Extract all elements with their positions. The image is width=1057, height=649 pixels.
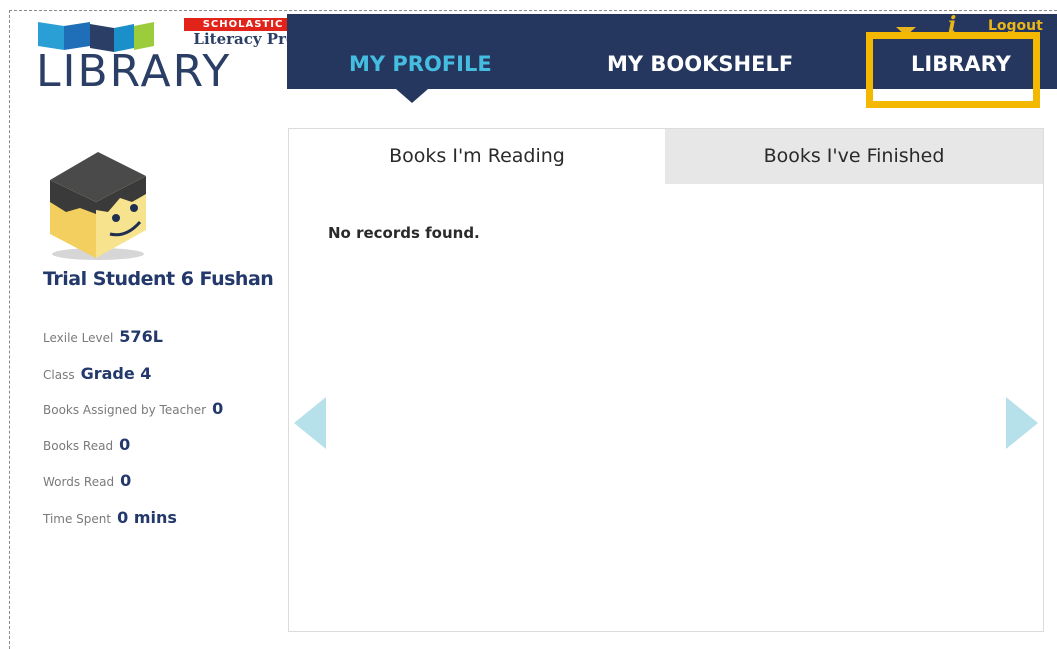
stat-words-read: Words Read 0: [43, 471, 131, 490]
tab-books-reading[interactable]: Books I'm Reading: [289, 129, 665, 184]
nav-library[interactable]: LIBRARY: [911, 52, 1011, 76]
stat-label: Lexile Level: [43, 331, 114, 345]
stat-label: Books Assigned by Teacher: [43, 403, 207, 417]
tab-books-finished[interactable]: Books I've Finished: [665, 129, 1043, 184]
nav-my-bookshelf[interactable]: MY BOOKSHELF: [607, 52, 793, 76]
stat-label: Books Read: [43, 439, 114, 453]
previous-arrow-icon[interactable]: [294, 397, 326, 449]
active-tab-caret-icon: [396, 89, 428, 103]
info-icon[interactable]: i: [948, 14, 960, 36]
stat-label: Words Read: [43, 475, 115, 489]
nav-my-profile[interactable]: MY PROFILE: [349, 52, 492, 76]
download-icon[interactable]: [896, 27, 916, 36]
top-utility-icons: i Logout: [890, 14, 1057, 36]
logout-link[interactable]: Logout: [988, 18, 1043, 34]
stat-value: 0 mins: [117, 508, 177, 527]
library-wordmark: LIBRARY: [36, 46, 232, 97]
next-arrow-icon[interactable]: [1006, 397, 1038, 449]
literacy-pro-library-logo[interactable]: SCHOLASTIC Literacy Pro™ LIBRARY: [36, 18, 304, 98]
stat-lexile-level: Lexile Level 576L: [43, 327, 163, 346]
stat-books-assigned: Books Assigned by Teacher 0: [43, 399, 223, 418]
stat-books-read: Books Read 0: [43, 435, 130, 454]
stat-value: 0: [212, 399, 224, 418]
stat-value: 576L: [119, 327, 163, 346]
empty-message: No records found.: [328, 224, 480, 242]
stat-label: Class: [43, 368, 75, 382]
page-frame-left: [9, 10, 10, 649]
stat-value: 0: [120, 471, 132, 490]
stat-value: 0: [119, 435, 131, 454]
stat-value: Grade 4: [80, 364, 152, 383]
student-avatar[interactable]: [46, 150, 150, 260]
stat-time-spent: Time Spent 0 mins: [43, 508, 177, 527]
student-name: Trial Student 6 Fushan: [43, 268, 274, 290]
stat-class: Class Grade 4: [43, 364, 151, 383]
page-frame-top: [9, 10, 1057, 11]
stat-label: Time Spent: [43, 512, 112, 526]
books-panel: Books I'm Reading Books I've Finished No…: [288, 128, 1044, 632]
